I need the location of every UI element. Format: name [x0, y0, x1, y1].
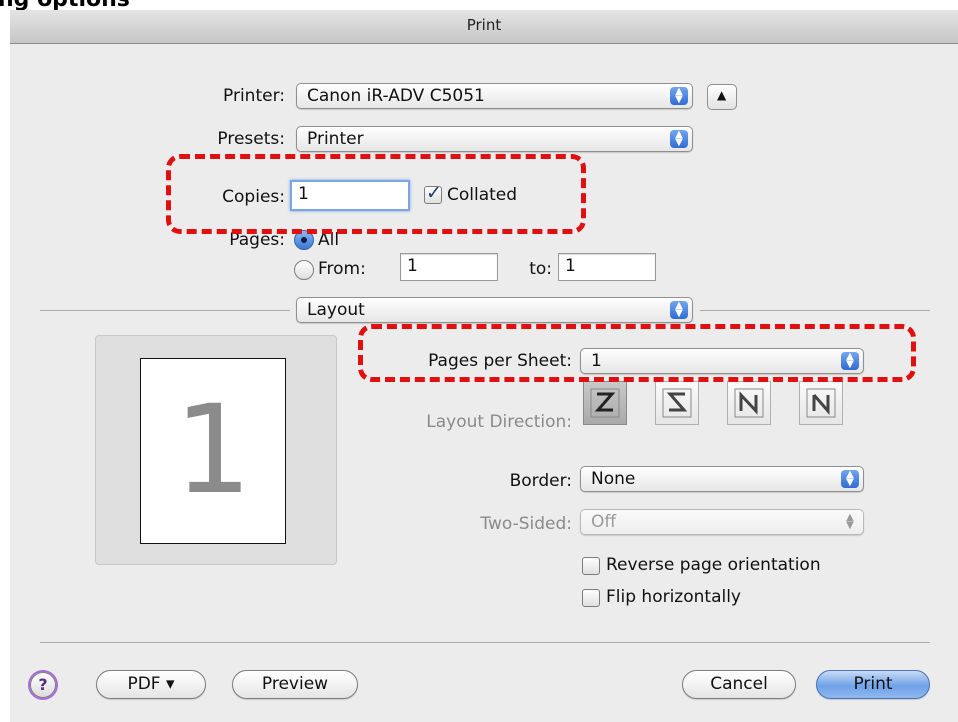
- reverse-n-direction-icon: [806, 388, 836, 418]
- separator-left: [40, 310, 290, 311]
- reverse-orientation-label: Reverse page orientation: [606, 555, 821, 575]
- layout-direction-label: Layout Direction:: [426, 412, 572, 432]
- pages-to-field[interactable]: [558, 253, 656, 281]
- pdf-button[interactable]: PDF ▾: [96, 670, 206, 699]
- popup-arrows-icon: ▲ ▼: [841, 470, 859, 488]
- border-value: None: [591, 469, 636, 489]
- pages-from-label: From:: [318, 259, 366, 279]
- reverse-n-direction-button[interactable]: [799, 381, 843, 425]
- reverse-z-direction-icon: [662, 388, 692, 418]
- details-disclosure-button[interactable]: ▲: [707, 84, 737, 110]
- flip-horizontally-checkbox[interactable]: [582, 589, 600, 607]
- z-direction-button[interactable]: [583, 381, 627, 425]
- page-preview: 1: [140, 358, 286, 544]
- printer-popup[interactable]: Canon iR-ADV C5051 ▲ ▼: [296, 83, 693, 109]
- pages-per-sheet-highlight-annotation: [358, 324, 916, 382]
- help-button[interactable]: ?: [28, 670, 58, 700]
- pages-from-field[interactable]: [400, 253, 498, 281]
- separator-right: [700, 310, 930, 311]
- reverse-z-direction-button[interactable]: [655, 381, 699, 425]
- popup-arrows-icon: ▲ ▼: [846, 512, 854, 531]
- two-sided-label: Two-Sided:: [480, 514, 572, 534]
- presets-value: Printer: [307, 129, 364, 149]
- triangle-up-icon: ▲: [717, 88, 727, 102]
- footer-separator: [40, 642, 930, 643]
- flip-horizontally-label: Flip horizontally: [606, 587, 741, 607]
- pages-from-radio[interactable]: [294, 260, 314, 280]
- window-title: Print: [466, 16, 502, 34]
- print-button[interactable]: Print: [816, 670, 930, 699]
- n-direction-icon: [734, 388, 764, 418]
- pages-to-input[interactable]: [565, 256, 652, 276]
- section-value: Layout: [307, 300, 365, 320]
- presets-popup[interactable]: Printer ▲ ▼: [296, 126, 693, 152]
- reverse-orientation-checkbox[interactable]: [582, 557, 600, 575]
- copies-highlight-annotation: [166, 154, 586, 234]
- n-direction-button[interactable]: [727, 381, 771, 425]
- printer-label: Printer:: [223, 86, 285, 106]
- presets-label: Presets:: [217, 129, 285, 149]
- border-popup[interactable]: None ▲ ▼: [580, 466, 864, 492]
- section-popup[interactable]: Layout ▲ ▼: [296, 297, 693, 323]
- preview-button[interactable]: Preview: [232, 670, 358, 699]
- two-sided-popup[interactable]: Off ▲ ▼: [580, 509, 864, 535]
- z-direction-icon: [590, 388, 620, 418]
- pages-to-label: to:: [529, 259, 552, 279]
- preview-page-number: 1: [174, 379, 252, 521]
- border-label: Border:: [509, 471, 572, 491]
- popup-arrows-icon: ▲ ▼: [670, 301, 688, 319]
- printer-value: Canon iR-ADV C5051: [307, 86, 485, 106]
- cancel-button[interactable]: Cancel: [682, 670, 796, 699]
- title-bar: Print: [10, 10, 958, 44]
- popup-arrows-icon: ▲ ▼: [670, 130, 688, 148]
- pages-from-input[interactable]: [407, 256, 494, 276]
- popup-arrows-icon: ▲ ▼: [670, 87, 688, 105]
- two-sided-value: Off: [591, 512, 617, 532]
- cropped-heading-fragment: ng options: [0, 0, 958, 10]
